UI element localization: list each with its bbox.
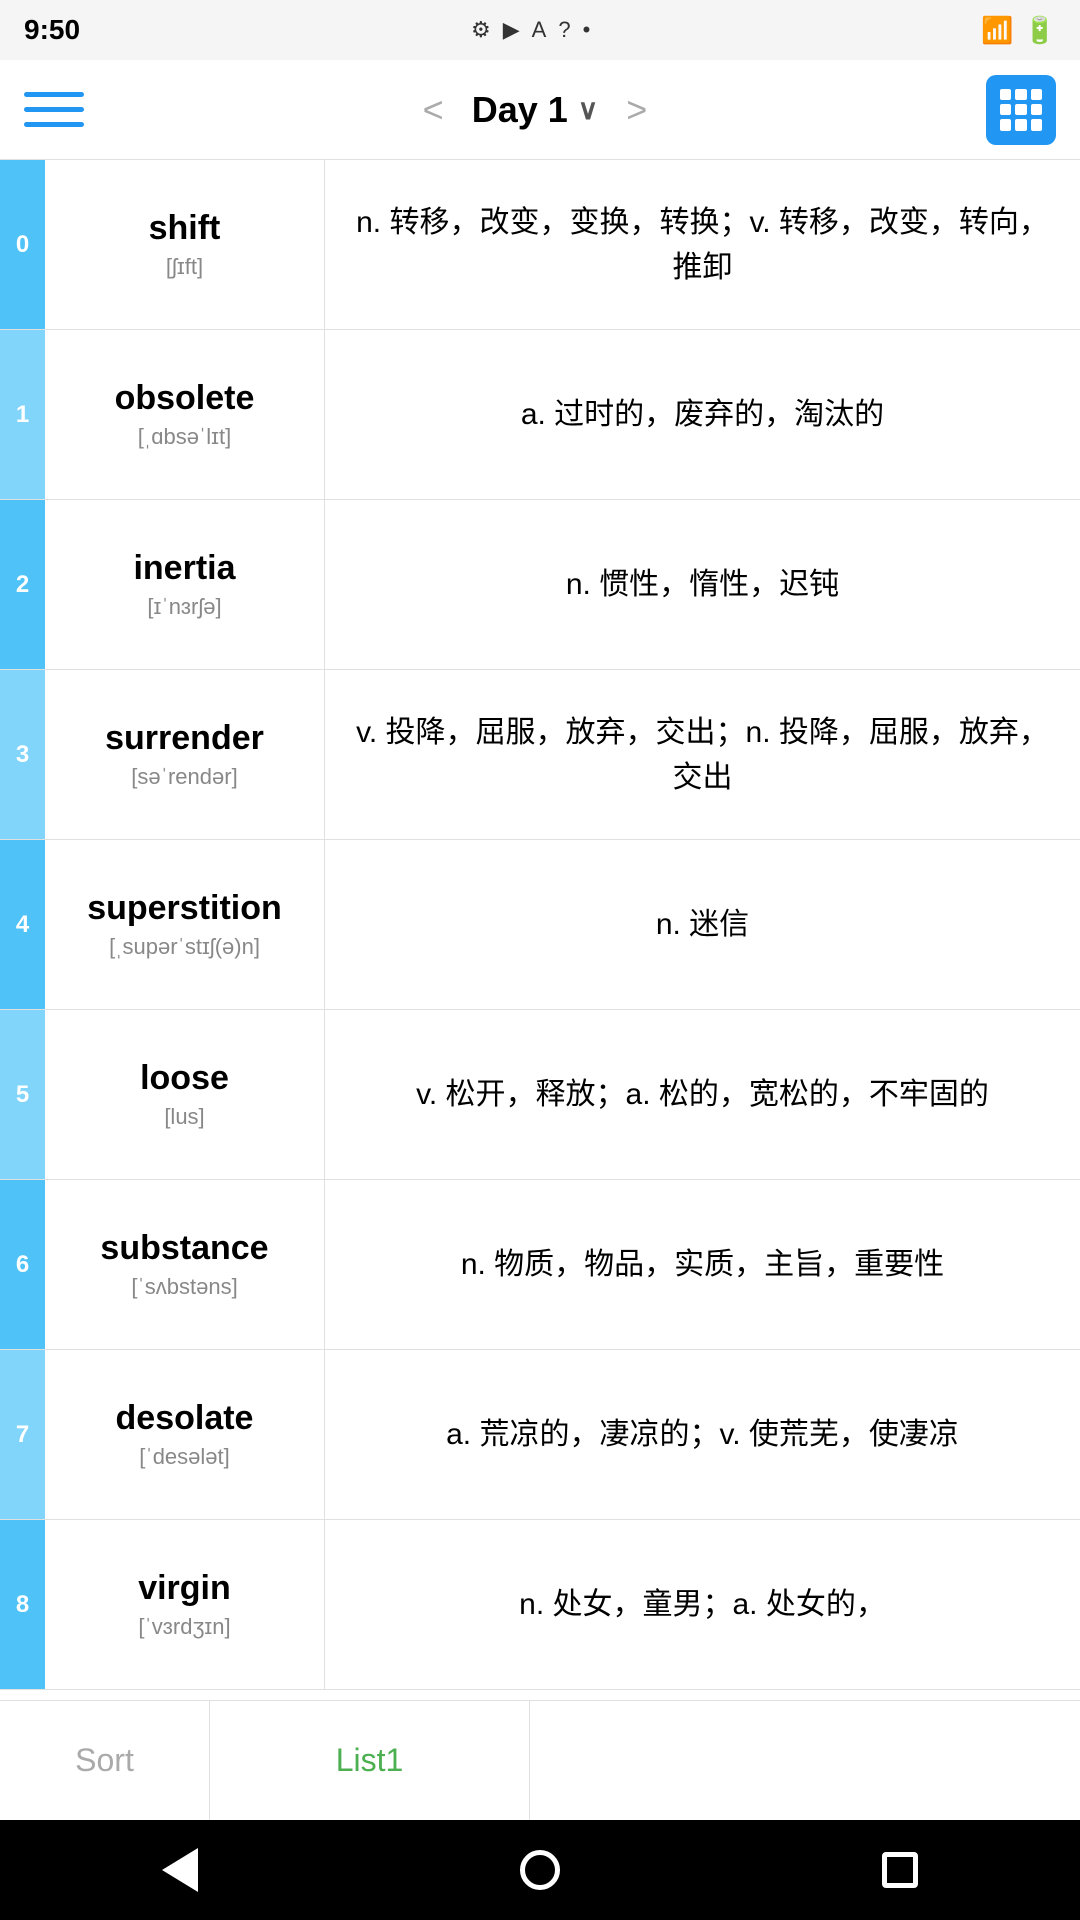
word-term: virgin (138, 1569, 231, 1608)
back-icon (162, 1848, 198, 1892)
home-icon (520, 1850, 560, 1890)
word-english-cell: desolate [ˈdesələt] (45, 1350, 325, 1519)
bottom-tab-bar: Sort List1 (0, 1700, 1080, 1820)
word-english-cell: superstition [ˌsupərˈstɪʃ(ə)n] (45, 840, 325, 1009)
wifi-icon: ? (558, 17, 570, 43)
word-index-badge: 2 (0, 500, 45, 669)
word-definition-cell: a. 过时的，废弃的，淘汰的 (325, 330, 1080, 499)
word-phonetic: [ʃɪft] (166, 254, 203, 280)
word-english-cell: shift [ʃɪft] (45, 160, 325, 329)
nav-bar: < Day 1 ∨ > (0, 60, 1080, 160)
word-list: 0 shift [ʃɪft] n. 转移，改变，变换，转换；v. 转移，改变，转向，推… (0, 160, 1080, 1700)
table-row[interactable]: 8 virgin [ˈvɜrdʒɪn] n. 处女，童男；a. 处女的， (0, 1520, 1080, 1690)
chevron-down-icon[interactable]: ∨ (578, 93, 599, 126)
grid-view-button[interactable] (986, 75, 1056, 145)
word-term: substance (100, 1229, 268, 1268)
word-index-badge: 1 (0, 330, 45, 499)
signal-battery-area: 📶 🔋 (981, 15, 1056, 46)
word-index-badge: 3 (0, 670, 45, 839)
play-icon: ▶ (503, 17, 520, 43)
word-english-cell: inertia [ɪˈnɜrʃə] (45, 500, 325, 669)
word-index-badge: 4 (0, 840, 45, 1009)
page-title: Day 1 ∨ (472, 89, 599, 131)
table-row[interactable]: 5 loose [lus] v. 松开，释放；a. 松的，宽松的，不牢固的 (0, 1010, 1080, 1180)
word-english-cell: surrender [səˈrendər] (45, 670, 325, 839)
next-button[interactable]: > (610, 89, 663, 131)
home-button[interactable] (500, 1830, 580, 1910)
sort-tab[interactable]: Sort (0, 1701, 210, 1820)
table-row[interactable]: 4 superstition [ˌsupərˈstɪʃ(ə)n] n. 迷信 (0, 840, 1080, 1010)
word-index-badge: 5 (0, 1010, 45, 1179)
gear-icon: ⚙ (471, 17, 491, 43)
table-row[interactable]: 3 surrender [səˈrendər] v. 投降，屈服，放弃，交出；n. 投… (0, 670, 1080, 840)
word-phonetic: [ˈdesələt] (139, 1444, 230, 1470)
signal-icon: 📶 (981, 15, 1013, 46)
word-phonetic: [ˌɑbsəˈlɪt] (138, 424, 231, 450)
word-phonetic: [səˈrendər] (131, 764, 237, 790)
word-english-cell: virgin [ˈvɜrdʒɪn] (45, 1520, 325, 1689)
android-nav-bar (0, 1820, 1080, 1920)
word-definition-cell: n. 物质，物品，实质，主旨，重要性 (325, 1180, 1080, 1349)
word-phonetic: [lus] (164, 1104, 204, 1130)
list1-tab[interactable]: List1 (210, 1701, 530, 1820)
word-english-cell: loose [lus] (45, 1010, 325, 1179)
dot-icon: • (583, 17, 591, 43)
prev-button[interactable]: < (407, 89, 460, 131)
word-index-badge: 7 (0, 1350, 45, 1519)
recent-button[interactable] (860, 1830, 940, 1910)
font-icon: A (532, 17, 547, 43)
word-english-cell: substance [ˈsʌbstəns] (45, 1180, 325, 1349)
word-english-cell: obsolete [ˌɑbsəˈlɪt] (45, 330, 325, 499)
word-phonetic: [ˈvɜrdʒɪn] (138, 1614, 230, 1640)
word-term: desolate (116, 1399, 254, 1438)
status-bar: 9:50 ⚙ ▶ A ? • 📶 🔋 (0, 0, 1080, 60)
word-index-badge: 0 (0, 160, 45, 329)
word-term: inertia (133, 549, 235, 588)
word-index-badge: 8 (0, 1520, 45, 1689)
word-definition-cell: v. 松开，释放；a. 松的，宽松的，不牢固的 (325, 1010, 1080, 1179)
nav-title-area: < Day 1 ∨ > (407, 89, 664, 131)
menu-button[interactable] (24, 80, 84, 140)
table-row[interactable]: 7 desolate [ˈdesələt] a. 荒凉的，凄凉的；v. 使荒芜，使凄凉 (0, 1350, 1080, 1520)
word-definition-cell: n. 惯性，惰性，迟钝 (325, 500, 1080, 669)
word-term: superstition (87, 889, 282, 928)
table-row[interactable]: 2 inertia [ɪˈnɜrʃə] n. 惯性，惰性，迟钝 (0, 500, 1080, 670)
battery-icon: 🔋 (1024, 15, 1056, 46)
word-phonetic: [ɪˈnɜrʃə] (147, 594, 221, 620)
word-term: surrender (105, 719, 264, 758)
word-term: obsolete (115, 379, 255, 418)
word-index-badge: 6 (0, 1180, 45, 1349)
word-definition-cell: v. 投降，屈服，放弃，交出；n. 投降，屈服，放弃，交出 (325, 670, 1080, 839)
table-row[interactable]: 0 shift [ʃɪft] n. 转移，改变，变换，转换；v. 转移，改变，转向，推… (0, 160, 1080, 330)
word-term: shift (149, 209, 221, 248)
status-time: 9:50 (24, 14, 80, 46)
word-definition-cell: n. 迷信 (325, 840, 1080, 1009)
word-definition-cell: n. 转移，改变，变换，转换；v. 转移，改变，转向，推卸 (325, 160, 1080, 329)
table-row[interactable]: 6 substance [ˈsʌbstəns] n. 物质，物品，实质，主旨，重要性 (0, 1180, 1080, 1350)
word-definition-cell: n. 处女，童男；a. 处女的， (325, 1520, 1080, 1689)
word-phonetic: [ˈsʌbstəns] (131, 1274, 237, 1300)
recent-icon (882, 1852, 918, 1888)
grid-icon (1000, 89, 1042, 131)
word-phonetic: [ˌsupərˈstɪʃ(ə)n] (109, 934, 260, 960)
word-definition-cell: a. 荒凉的，凄凉的；v. 使荒芜，使凄凉 (325, 1350, 1080, 1519)
word-term: loose (140, 1059, 229, 1098)
back-button[interactable] (140, 1830, 220, 1910)
table-row[interactable]: 1 obsolete [ˌɑbsəˈlɪt] a. 过时的，废弃的，淘汰的 (0, 330, 1080, 500)
status-icons: ⚙ ▶ A ? • (471, 17, 590, 43)
